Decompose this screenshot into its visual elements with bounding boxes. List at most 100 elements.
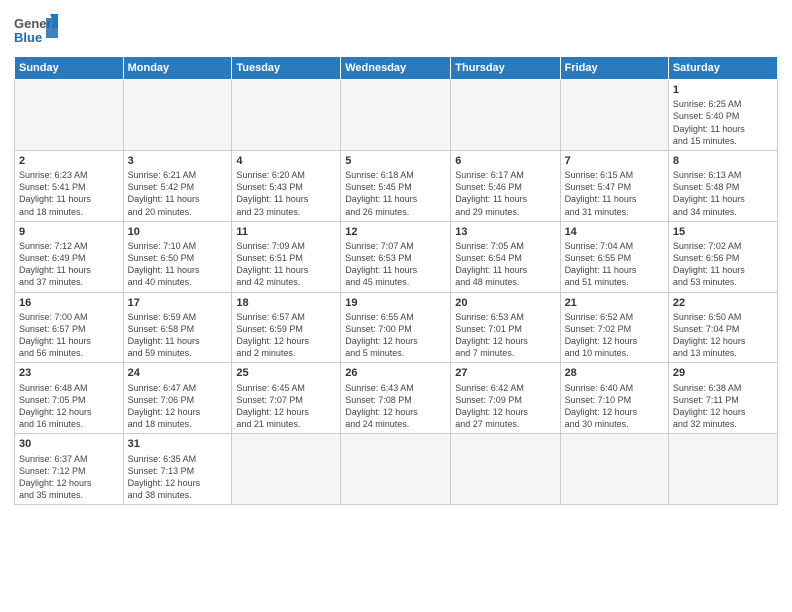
day-info: Sunrise: 7:09 AM Sunset: 6:51 PM Dayligh… (236, 240, 336, 289)
week-row-4: 16Sunrise: 7:00 AM Sunset: 6:57 PM Dayli… (15, 292, 778, 363)
logo-wrapper: General Blue (14, 10, 58, 50)
calendar-cell: 28Sunrise: 6:40 AM Sunset: 7:10 PM Dayli… (560, 363, 668, 434)
week-row-3: 9Sunrise: 7:12 AM Sunset: 6:49 PM Daylig… (15, 221, 778, 292)
calendar-cell (668, 434, 777, 505)
day-number: 28 (565, 366, 664, 380)
day-info: Sunrise: 6:35 AM Sunset: 7:13 PM Dayligh… (128, 453, 228, 502)
day-info: Sunrise: 7:05 AM Sunset: 6:54 PM Dayligh… (455, 240, 555, 289)
day-info: Sunrise: 7:12 AM Sunset: 6:49 PM Dayligh… (19, 240, 119, 289)
day-number: 13 (455, 225, 555, 239)
day-info: Sunrise: 6:52 AM Sunset: 7:02 PM Dayligh… (565, 311, 664, 360)
day-number: 5 (345, 154, 446, 168)
day-number: 23 (19, 366, 119, 380)
day-number: 19 (345, 296, 446, 310)
day-number: 4 (236, 154, 336, 168)
weekday-header-wednesday: Wednesday (341, 57, 451, 80)
day-info: Sunrise: 6:57 AM Sunset: 6:59 PM Dayligh… (236, 311, 336, 360)
calendar-cell: 14Sunrise: 7:04 AM Sunset: 6:55 PM Dayli… (560, 221, 668, 292)
calendar-cell: 15Sunrise: 7:02 AM Sunset: 6:56 PM Dayli… (668, 221, 777, 292)
calendar-cell: 25Sunrise: 6:45 AM Sunset: 7:07 PM Dayli… (232, 363, 341, 434)
day-info: Sunrise: 6:59 AM Sunset: 6:58 PM Dayligh… (128, 311, 228, 360)
week-row-5: 23 Sunrise: 6:48 AM Sunset: 7:05 PM Dayli… (15, 363, 778, 434)
calendar-cell: 31 Sunrise: 6:35 AM Sunset: 7:13 PM Dayli… (123, 434, 232, 505)
day-info: Sunrise: 6:45 AM Sunset: 7:07 PM Dayligh… (236, 382, 336, 431)
calendar-cell: 10Sunrise: 7:10 AM Sunset: 6:50 PM Dayli… (123, 221, 232, 292)
calendar-cell (451, 434, 560, 505)
calendar-page: General Blue SundayMondayTuesdayWednesda… (0, 0, 792, 515)
day-info: Sunrise: 6:21 AM Sunset: 5:42 PM Dayligh… (128, 169, 228, 218)
day-info: Sunrise: 7:04 AM Sunset: 6:55 PM Dayligh… (565, 240, 664, 289)
weekday-header-monday: Monday (123, 57, 232, 80)
general-blue-logo-icon: General Blue (14, 10, 58, 50)
calendar-cell (451, 80, 560, 151)
calendar-cell: 18Sunrise: 6:57 AM Sunset: 6:59 PM Dayli… (232, 292, 341, 363)
day-info: Sunrise: 6:23 AM Sunset: 5:41 PM Dayligh… (19, 169, 119, 218)
weekday-header-thursday: Thursday (451, 57, 560, 80)
day-info: Sunrise: 6:38 AM Sunset: 7:11 PM Dayligh… (673, 382, 773, 431)
day-info: Sunrise: 6:17 AM Sunset: 5:46 PM Dayligh… (455, 169, 555, 218)
day-info: Sunrise: 6:15 AM Sunset: 5:47 PM Dayligh… (565, 169, 664, 218)
day-info: Sunrise: 6:42 AM Sunset: 7:09 PM Dayligh… (455, 382, 555, 431)
day-info: Sunrise: 7:00 AM Sunset: 6:57 PM Dayligh… (19, 311, 119, 360)
weekday-header-row: SundayMondayTuesdayWednesdayThursdayFrid… (15, 57, 778, 80)
day-number: 21 (565, 296, 664, 310)
day-number: 31 (128, 437, 228, 451)
calendar-cell: 21Sunrise: 6:52 AM Sunset: 7:02 PM Dayli… (560, 292, 668, 363)
calendar-cell: 1Sunrise: 6:25 AM Sunset: 5:40 PM Daylig… (668, 80, 777, 151)
day-info: Sunrise: 6:53 AM Sunset: 7:01 PM Dayligh… (455, 311, 555, 360)
day-number: 11 (236, 225, 336, 239)
week-row-2: 2Sunrise: 6:23 AM Sunset: 5:41 PM Daylig… (15, 150, 778, 221)
calendar-cell (123, 80, 232, 151)
day-info: Sunrise: 7:07 AM Sunset: 6:53 PM Dayligh… (345, 240, 446, 289)
day-info: Sunrise: 7:02 AM Sunset: 6:56 PM Dayligh… (673, 240, 773, 289)
calendar-cell (560, 80, 668, 151)
day-number: 26 (345, 366, 446, 380)
calendar-cell: 23 Sunrise: 6:48 AM Sunset: 7:05 PM Dayli… (15, 363, 124, 434)
day-info: Sunrise: 6:18 AM Sunset: 5:45 PM Dayligh… (345, 169, 446, 218)
calendar-cell (560, 434, 668, 505)
day-number: 17 (128, 296, 228, 310)
day-number: 9 (19, 225, 119, 239)
day-number: 2 (19, 154, 119, 168)
day-info: Sunrise: 6:47 AM Sunset: 7:06 PM Dayligh… (128, 382, 228, 431)
day-number: 14 (565, 225, 664, 239)
week-row-1: 1Sunrise: 6:25 AM Sunset: 5:40 PM Daylig… (15, 80, 778, 151)
day-number: 22 (673, 296, 773, 310)
day-info: Sunrise: 6:13 AM Sunset: 5:48 PM Dayligh… (673, 169, 773, 218)
calendar-cell: 20Sunrise: 6:53 AM Sunset: 7:01 PM Dayli… (451, 292, 560, 363)
calendar-cell (232, 434, 341, 505)
day-info: Sunrise: 6:48 AM Sunset: 7:05 PM Dayligh… (19, 382, 119, 431)
calendar-cell: 9Sunrise: 7:12 AM Sunset: 6:49 PM Daylig… (15, 221, 124, 292)
day-number: 12 (345, 225, 446, 239)
week-row-6: 30 Sunrise: 6:37 AM Sunset: 7:12 PM Dayli… (15, 434, 778, 505)
svg-text:Blue: Blue (14, 30, 42, 45)
calendar-cell: 7Sunrise: 6:15 AM Sunset: 5:47 PM Daylig… (560, 150, 668, 221)
calendar-cell: 2Sunrise: 6:23 AM Sunset: 5:41 PM Daylig… (15, 150, 124, 221)
calendar-cell (341, 434, 451, 505)
day-number: 8 (673, 154, 773, 168)
day-info: Sunrise: 6:43 AM Sunset: 7:08 PM Dayligh… (345, 382, 446, 431)
day-number: 10 (128, 225, 228, 239)
calendar-cell (341, 80, 451, 151)
calendar-cell (232, 80, 341, 151)
calendar-cell: 26 Sunrise: 6:43 AM Sunset: 7:08 PM Dayli… (341, 363, 451, 434)
calendar-cell: 22Sunrise: 6:50 AM Sunset: 7:04 PM Dayli… (668, 292, 777, 363)
calendar-cell: 27Sunrise: 6:42 AM Sunset: 7:09 PM Dayli… (451, 363, 560, 434)
logo-area: General Blue (14, 10, 58, 50)
day-number: 30 (19, 437, 119, 451)
weekday-header-sunday: Sunday (15, 57, 124, 80)
header: General Blue (14, 10, 778, 50)
weekday-header-friday: Friday (560, 57, 668, 80)
day-number: 16 (19, 296, 119, 310)
day-info: Sunrise: 6:55 AM Sunset: 7:00 PM Dayligh… (345, 311, 446, 360)
calendar-table: SundayMondayTuesdayWednesdayThursdayFrid… (14, 56, 778, 505)
day-info: Sunrise: 6:37 AM Sunset: 7:12 PM Dayligh… (19, 453, 119, 502)
calendar-cell: 30 Sunrise: 6:37 AM Sunset: 7:12 PM Dayli… (15, 434, 124, 505)
calendar-cell: 8Sunrise: 6:13 AM Sunset: 5:48 PM Daylig… (668, 150, 777, 221)
weekday-header-saturday: Saturday (668, 57, 777, 80)
day-info: Sunrise: 6:25 AM Sunset: 5:40 PM Dayligh… (673, 98, 773, 147)
calendar-cell: 6Sunrise: 6:17 AM Sunset: 5:46 PM Daylig… (451, 150, 560, 221)
day-number: 6 (455, 154, 555, 168)
day-number: 20 (455, 296, 555, 310)
calendar-cell: 4Sunrise: 6:20 AM Sunset: 5:43 PM Daylig… (232, 150, 341, 221)
